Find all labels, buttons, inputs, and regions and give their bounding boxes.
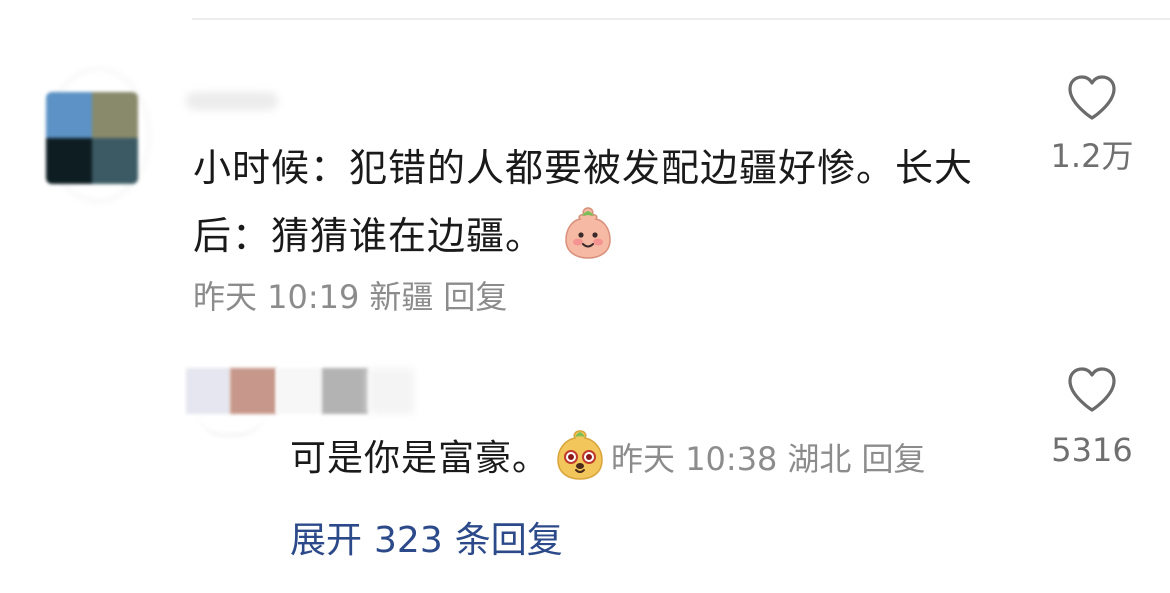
username-redacted[interactable] [186, 92, 278, 110]
like-count: 1.2万 [1050, 137, 1134, 175]
comment-text[interactable]: 小时候：犯错的人都要被发配边疆好惨。长大后：猜猜谁在边疆。 [193, 134, 1033, 270]
heart-icon[interactable] [1032, 74, 1152, 122]
comment-meta: 昨天 10:19 新疆 回复 [193, 274, 517, 320]
reply-like-button[interactable]: 5316 [1032, 366, 1152, 470]
comment-location: 新疆 [369, 278, 434, 316]
avatar[interactable] [46, 92, 138, 184]
comment-time: 昨天 10:19 [193, 278, 360, 316]
reply-button[interactable]: 回复 [443, 278, 507, 316]
reply-meta: 昨天 10:38 湖北 回复 [611, 440, 935, 478]
divider [192, 18, 1170, 20]
smiling-face-emoji-icon [563, 206, 613, 260]
reply-time: 昨天 10:38 [611, 440, 778, 478]
reply-text[interactable]: 可是你是富豪。 昨天 10:38 湖北 回复 [290, 430, 935, 488]
reply-reply-button[interactable]: 回复 [861, 440, 925, 478]
reply-like-count: 5316 [1051, 431, 1133, 469]
heart-icon[interactable] [1032, 366, 1152, 414]
puppy-face-emoji-icon [555, 427, 605, 481]
reply-body: 可是你是富豪。 [290, 438, 550, 479]
expand-suffix: 条回复 [454, 520, 563, 561]
reply-location: 湖北 [787, 440, 852, 478]
comment-thread: 小时候：犯错的人都要被发配边疆好惨。长大后：猜猜谁在边疆。 昨天 10:19 新疆… [0, 0, 1170, 593]
like-button[interactable]: 1.2万 [1032, 74, 1152, 176]
expand-prefix: 展开 [290, 520, 363, 561]
expand-count: 323 [374, 520, 443, 561]
expand-replies-link[interactable]: 展开 323 条回复 [290, 516, 575, 566]
reply-avatar-ring [196, 408, 266, 436]
